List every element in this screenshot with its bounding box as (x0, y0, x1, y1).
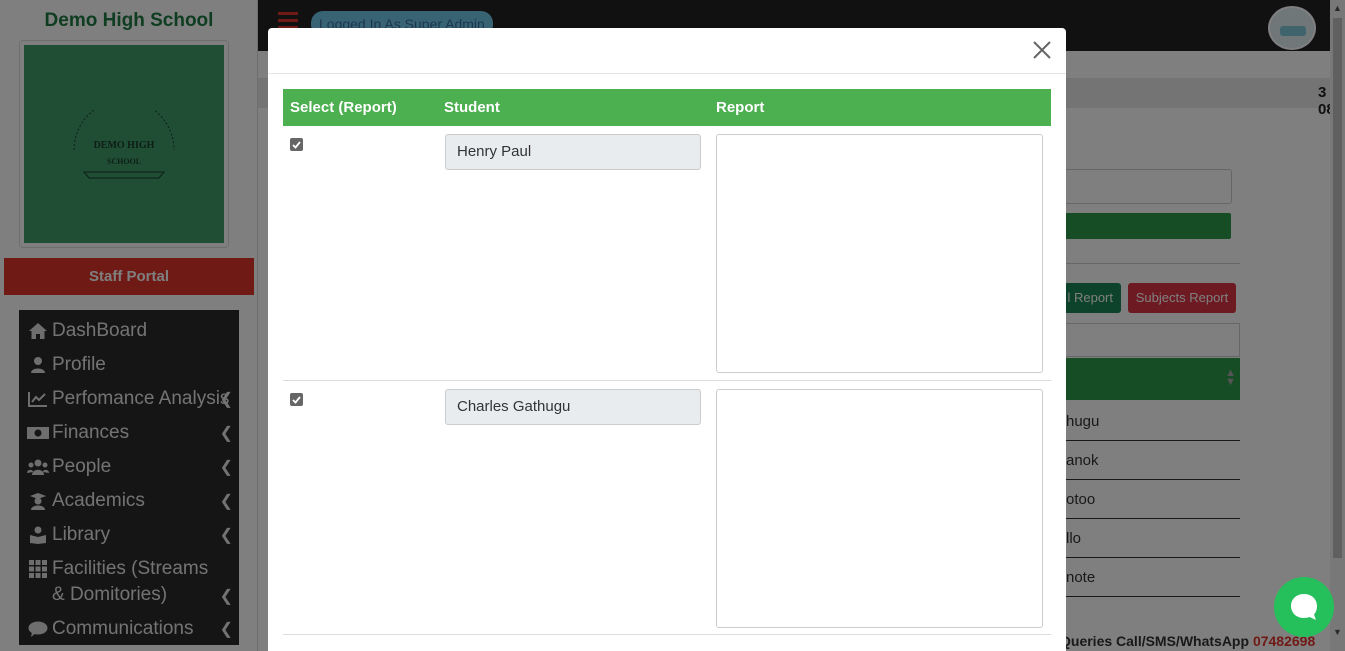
column-header-report: Report (716, 99, 765, 116)
select-checkbox[interactable] (290, 393, 303, 406)
table-row: Henry Paul (283, 126, 1051, 381)
student-name-field: Charles Gathugu (445, 389, 701, 425)
report-modal: Select (Report) Student Report Henry Pau… (268, 28, 1066, 651)
modal-header (268, 28, 1066, 74)
checkmark-icon (292, 140, 301, 149)
select-checkbox[interactable] (290, 138, 303, 151)
chat-bubble-icon (1291, 594, 1317, 620)
column-header-student: Student (444, 99, 500, 116)
close-icon[interactable] (1030, 38, 1054, 62)
report-textarea[interactable] (716, 389, 1043, 628)
report-textarea[interactable] (716, 134, 1043, 373)
students-report-table: Select (Report) Student Report Henry Pau… (283, 89, 1051, 635)
column-header-select: Select (Report) (290, 99, 397, 116)
checkmark-icon (292, 395, 301, 404)
table-row: Charles Gathugu (283, 381, 1051, 635)
student-name-field: Henry Paul (445, 134, 701, 170)
table-header: Select (Report) Student Report (283, 89, 1051, 126)
chat-widget-button[interactable] (1274, 577, 1334, 637)
